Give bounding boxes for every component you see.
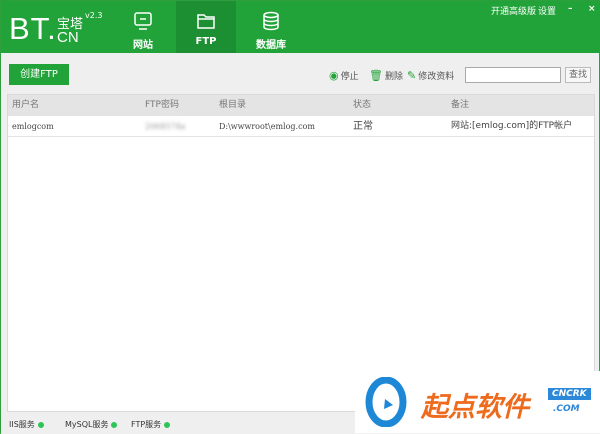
stop-button[interactable]: ◉ 停止 xyxy=(329,69,359,82)
watermark-logo-icon xyxy=(365,377,407,427)
status-label: IIS服务 xyxy=(9,420,35,429)
cell-user: emlogcom xyxy=(12,122,54,131)
col-note: 备注 xyxy=(451,100,470,110)
edit-label: 修改资料 xyxy=(418,72,455,82)
delete-button[interactable]: 🗑 删除 xyxy=(369,69,403,82)
tab-ftp[interactable]: FTP xyxy=(176,1,236,53)
database-icon xyxy=(263,11,279,31)
cell-password: 2068574a xyxy=(145,122,186,131)
cell-status: 正常 xyxy=(353,121,373,132)
app-window: BT. 宝塔 v2.3 CN 网站 FTP 数据库 开通高级版 设置 – × 创… xyxy=(0,0,600,434)
tab-label: 数据库 xyxy=(256,40,286,51)
tab-website[interactable]: 网站 xyxy=(113,1,173,53)
watermark-badge: CNCRK xyxy=(548,388,591,400)
minimize-icon[interactable]: – xyxy=(568,4,573,14)
create-ftp-button[interactable]: 创建FTP xyxy=(9,64,69,85)
watermark-com: .COM xyxy=(553,404,580,414)
folder-icon xyxy=(197,14,215,29)
status-dot-icon xyxy=(37,421,44,428)
search-input[interactable] xyxy=(465,67,561,83)
search-button[interactable]: 查找 xyxy=(565,67,591,83)
edit-icon: ✎ xyxy=(407,69,417,82)
watermark-text: 起点软件 xyxy=(421,392,529,423)
edit-button[interactable]: ✎ 修改资料 xyxy=(407,69,454,82)
monitor-icon xyxy=(134,12,152,30)
col-user: 用户名 xyxy=(12,100,40,110)
header: BT. 宝塔 v2.3 CN 网站 FTP 数据库 开通高级版 设置 – × xyxy=(1,1,600,53)
ftp-status: FTP服务 xyxy=(131,419,171,430)
table-row[interactable]: emlogcom 2068574a D:\wwwroot\emlog.com 正… xyxy=(8,116,594,137)
cell-root: D:\wwwroot\emlog.com xyxy=(219,122,315,131)
logo-text: BT. xyxy=(9,11,57,46)
tab-label: 网站 xyxy=(133,40,153,51)
status-dot-icon xyxy=(164,421,171,428)
version: v2.3 xyxy=(85,11,103,20)
upgrade-link[interactable]: 开通高级版 xyxy=(491,4,536,17)
stop-icon: ◉ xyxy=(329,69,339,82)
watermark: 起点软件 CNCRK .COM xyxy=(355,371,600,433)
col-password: FTP密码 xyxy=(145,100,179,110)
close-icon[interactable]: × xyxy=(588,4,596,14)
iis-status: IIS服务 xyxy=(9,419,44,430)
col-status: 状态 xyxy=(353,100,372,110)
trash-icon: 🗑 xyxy=(369,69,383,82)
tab-label: FTP xyxy=(195,36,217,47)
table-header: 用户名 FTP密码 根目录 状态 备注 xyxy=(8,95,594,116)
status-dot-icon xyxy=(111,421,118,428)
logo-cn-bottom: CN xyxy=(57,29,79,46)
mysql-status: MySQL服务 xyxy=(65,419,118,430)
cell-note: 网站:[emlog.com]的FTP帐户 xyxy=(451,121,573,131)
delete-label: 删除 xyxy=(384,72,403,82)
status-label: FTP服务 xyxy=(131,420,162,429)
stop-label: 停止 xyxy=(340,72,359,82)
col-root: 根目录 xyxy=(219,100,247,110)
status-label: MySQL服务 xyxy=(65,420,109,429)
tab-database[interactable]: 数据库 xyxy=(241,1,301,53)
ftp-table: 用户名 FTP密码 根目录 状态 备注 emlogcom 2068574a D:… xyxy=(7,94,595,412)
settings-link[interactable]: 设置 xyxy=(538,4,556,17)
